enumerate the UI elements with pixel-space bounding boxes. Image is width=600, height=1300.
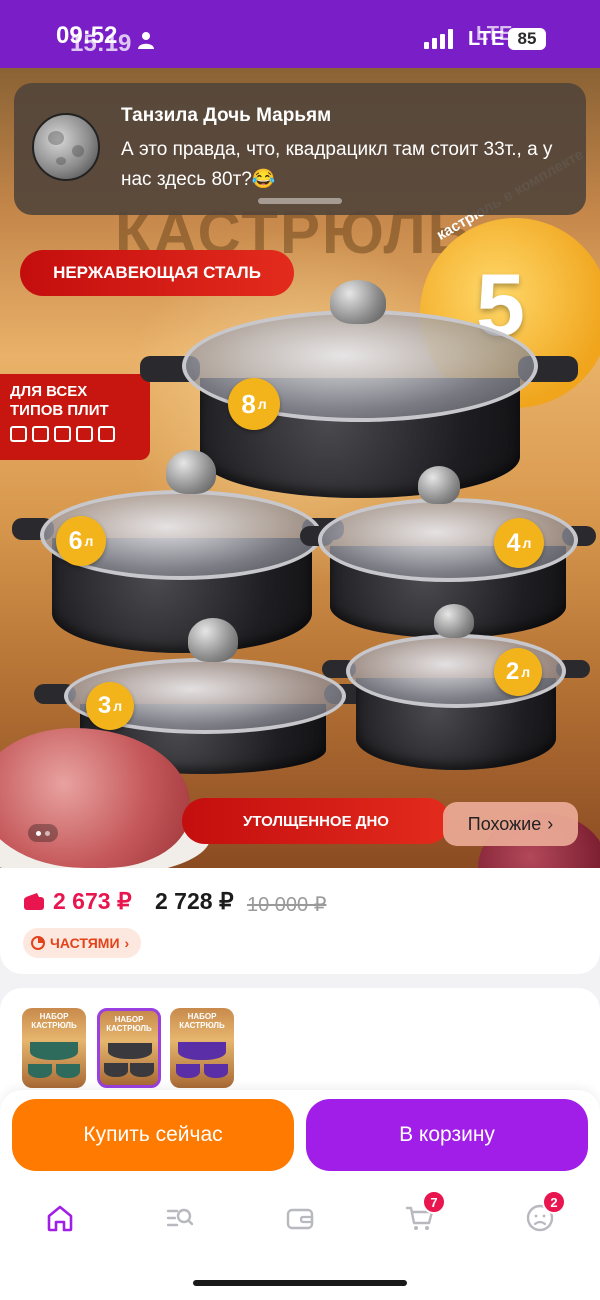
pot-knob [418,466,460,504]
volume-value: 3 [97,692,112,719]
thumb-label: НАБОР КАСТРЮЛЬ [31,1012,77,1030]
status-bar: 09:52 15:19 LTE LTE 85 [0,0,600,68]
halogen-stove-icon [98,426,115,442]
thumb-pot [204,1064,228,1078]
volume-unit: л [522,535,532,551]
battery-icon: 85 [508,28,546,50]
thumb-pot [28,1064,52,1078]
thumb-label: НАБОР КАСТРЮЛЬ [106,1015,152,1033]
installments-button[interactable]: ЧАСТЯМИ › [23,928,142,958]
nav-profile[interactable]: 2 [520,1190,566,1238]
product-page: 09:52 15:19 LTE LTE 85 КАСТРЮЛЬ кастрюль… [0,0,600,1300]
pot-knob [166,450,216,494]
catalog-search-icon [166,1208,194,1227]
home-indicator[interactable] [193,1280,407,1286]
gallery-page-indicator [28,824,58,842]
volume-value: 2 [505,658,520,685]
avatar [32,113,100,181]
volume-unit: л [113,698,123,714]
gas-stove-icon [10,426,27,442]
similar-button-label: Похожие [467,813,542,834]
profile-notification-badge: 2 [542,1190,566,1214]
pie-chart-icon [31,936,45,950]
wallet-price-icon [24,893,44,910]
old-price: 10 000 ₽ [247,894,327,916]
variant-thumb-black[interactable]: НАБОР КАСТРЮЛЬ [97,1008,161,1088]
thumb-pot [108,1043,152,1059]
nav-cart[interactable]: 7 [400,1190,446,1238]
volume-unit: л [257,396,267,412]
thumb-pot [130,1063,154,1077]
page-dot [36,830,41,836]
volume-value: 6 [68,526,83,555]
pot-2l [322,604,590,774]
volume-unit: л [521,664,531,680]
notification-handle[interactable] [258,198,342,204]
volume-badge-8l: 8л [228,378,280,430]
variant-thumb-green[interactable]: НАБОР КАСТРЮЛЬ [22,1008,86,1088]
thumb-pot [56,1064,80,1078]
thumb-pot [176,1064,200,1078]
variant-thumb-purple[interactable]: НАБОР КАСТРЮЛЬ [170,1008,234,1088]
action-bar: Купить сейчас В корзину [0,1090,600,1180]
person-icon [138,32,154,49]
all-stoves-text: ДЛЯ ВСЕХ ТИПОВ ПЛИТ [10,383,109,419]
nav-home[interactable] [40,1198,80,1238]
pot-knob [434,604,474,638]
thumb-pot [30,1042,78,1060]
add-to-cart-button[interactable]: В корзину [306,1099,588,1171]
cart-count-badge: 7 [422,1190,446,1214]
ceramic-stove-icon [76,426,93,442]
wallet-price: 2 673 ₽ [53,888,132,914]
thumb-pot [104,1063,128,1077]
regular-price: 2 728 ₽ [155,888,234,914]
induction-stove-icon [54,426,71,442]
home-icon [47,1205,73,1232]
chevron-right-icon: › [124,935,130,951]
pot-knob [330,280,386,324]
volume-unit: л [84,533,94,549]
wallet-icon [286,1208,314,1230]
pot-knob [188,618,238,662]
volume-badge-4l: 4л [494,518,544,568]
buy-now-button[interactable]: Купить сейчас [12,1099,294,1171]
notification-sender: Танзила Дочь Марьям [121,105,332,126]
volume-badge-6l: 6л [56,516,106,566]
bottom-navigation: 7 2 [0,1180,600,1300]
thumb-pot [178,1042,226,1060]
price-card: 2 673 ₽ 2 728 ₽ 10 000 ₽ ЧАСТЯМИ › [0,868,600,974]
volume-value: 4 [506,528,521,557]
volume-badge-3l: 3л [86,682,134,730]
stove-type-icons [10,426,140,442]
status-time-overlay: 15:19 [70,30,132,57]
nav-catalog[interactable] [160,1198,200,1238]
thumb-label: НАБОР КАСТРЮЛЬ [179,1012,225,1030]
notification-message: А это правда, что, квадрацикл там стоит … [121,139,553,190]
volume-badge-2l: 2л [494,648,542,696]
thick-bottom-badge: УТОЛЩЕННОЕ ДНО [182,798,450,844]
page-dot [45,830,50,836]
message-notification[interactable]: Танзила Дочь Марьям А это правда, что, к… [14,83,586,215]
installments-label: ЧАСТЯМИ [50,935,120,951]
chevron-right-icon: › [547,813,554,834]
nav-wallet[interactable] [280,1198,320,1238]
volume-value: 8 [241,388,256,419]
network-type-overlay: LTE [476,23,513,45]
signal-icon [424,29,453,49]
electric-stove-icon [32,426,49,442]
similar-products-button[interactable]: Похожие › [443,802,578,846]
